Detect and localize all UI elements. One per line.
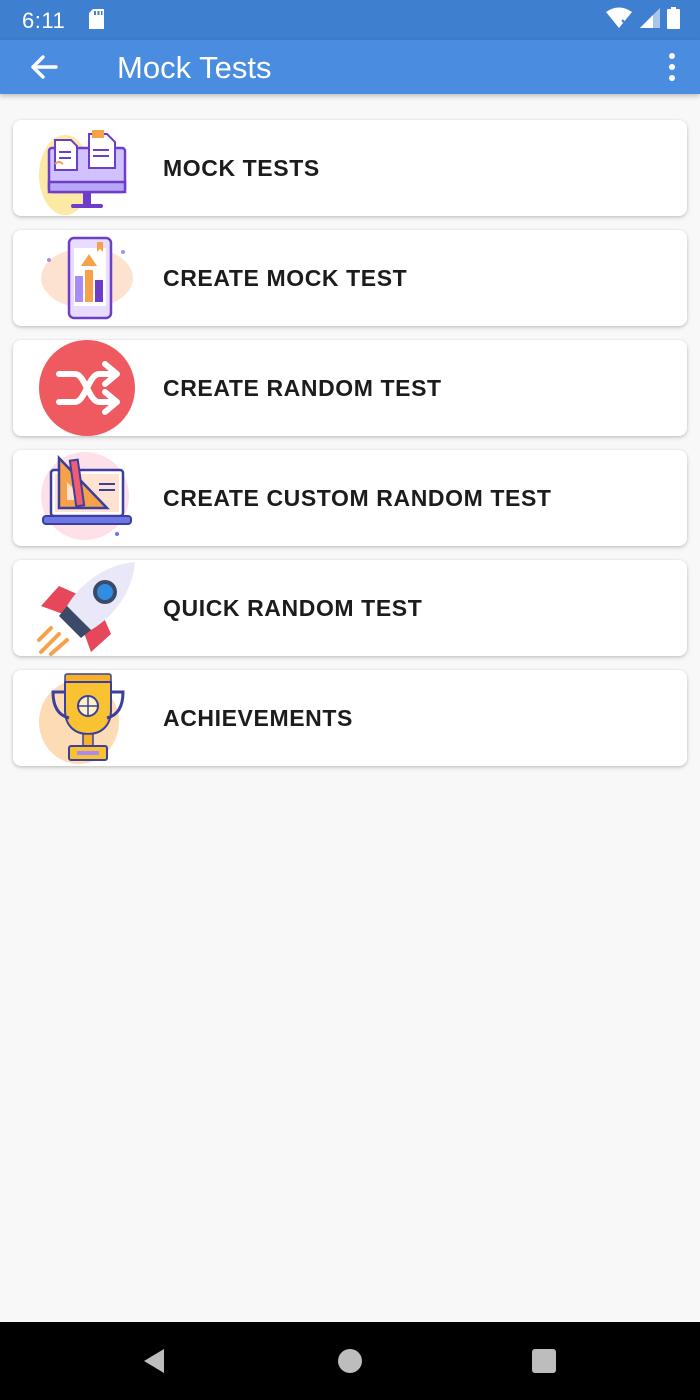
page-title: Mock Tests [117,50,272,85]
menu-item-label: ACHIEVEMENTS [163,705,353,731]
recents-square-icon[interactable] [530,1347,558,1375]
menu-item-label: CREATE RANDOM TEST [163,375,442,401]
status-time: 6:11 [22,8,66,33]
phone-chart-icon [37,230,137,326]
shuffle-icon [37,340,137,436]
menu-item-create-custom-random-test[interactable]: CREATE CUSTOM RANDOM TEST [13,450,687,546]
app-bar: Mock Tests [0,40,700,94]
menu-item-create-random-test[interactable]: CREATE RANDOM TEST [13,340,687,436]
arrow-left-icon[interactable] [28,52,60,82]
more-vert-icon[interactable] [668,52,676,82]
wifi-icon [605,7,633,34]
menu-item-quick-random-test[interactable]: QUICK RANDOM TEST [13,560,687,656]
sd-card-icon [89,9,104,29]
signal-icon [639,7,661,34]
back-triangle-icon[interactable] [140,1347,168,1375]
menu-item-create-mock-test[interactable]: CREATE MOCK TEST [13,230,687,326]
status-bar: 6:11 [0,0,700,40]
computer-documents-icon [37,120,137,216]
menu-item-mock-tests[interactable]: MOCK TESTS [13,120,687,216]
system-icons [605,6,680,34]
menu-item-label: QUICK RANDOM TEST [163,595,423,621]
trophy-icon [37,670,137,766]
menu-item-label: MOCK TESTS [163,155,320,181]
menu-list: MOCK TESTS CREATE MOCK TEST CREATE RANDO… [13,120,687,780]
system-nav-bar [0,1322,700,1400]
rocket-icon [37,560,137,656]
menu-item-label: CREATE CUSTOM RANDOM TEST [163,485,552,511]
laptop-design-tools-icon [37,450,137,546]
home-circle-icon[interactable] [336,1347,364,1375]
battery-icon [667,6,680,34]
menu-item-achievements[interactable]: ACHIEVEMENTS [13,670,687,766]
menu-item-label: CREATE MOCK TEST [163,265,408,291]
